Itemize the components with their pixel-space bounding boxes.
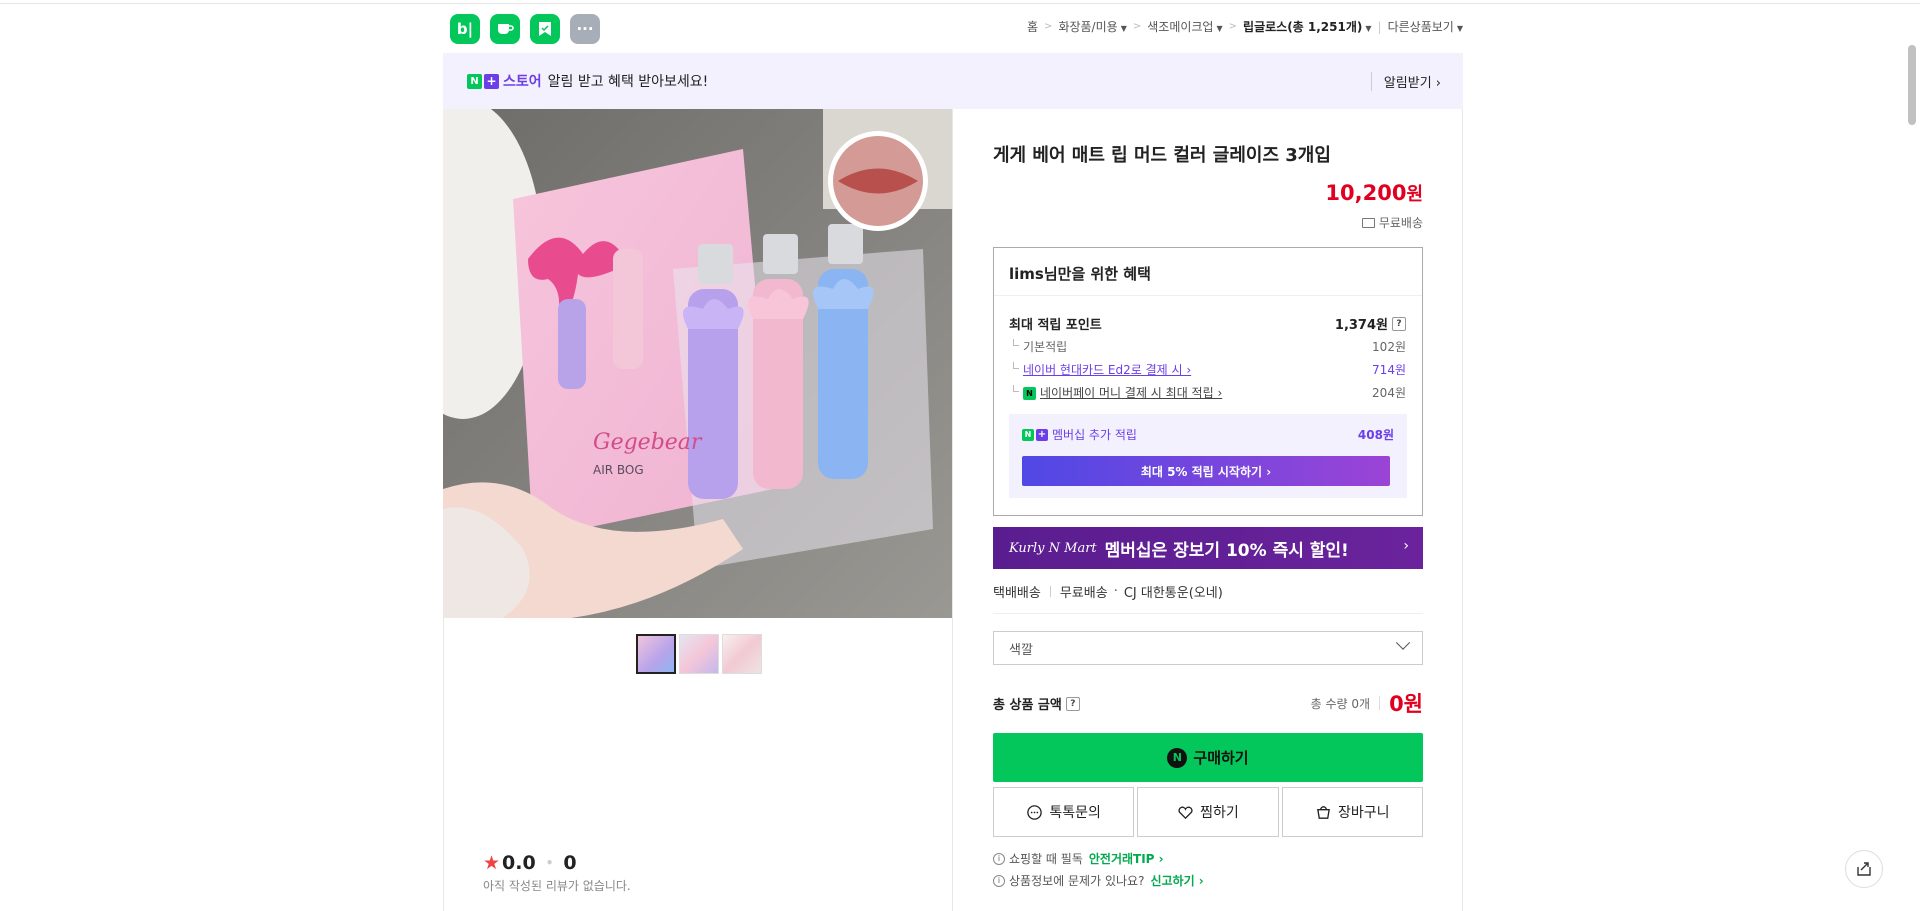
scrollbar[interactable] — [1908, 45, 1916, 125]
share-button[interactable] — [1845, 850, 1883, 888]
chevron-right-icon: › — [1403, 538, 1409, 554]
thumbnail-3[interactable] — [722, 634, 762, 674]
alert-subscribe-button[interactable]: 알림받기 › — [1370, 72, 1441, 91]
app-icons: b| ··· — [450, 14, 600, 44]
benefit-box: lims님만을 위한 혜택 최대 적립 포인트 1,374원? 기본적립 102… — [993, 247, 1423, 516]
total-quantity: 총 수량 0개 — [1310, 696, 1371, 711]
product-main-image[interactable]: Gegebear AIR BOG — [443, 109, 952, 618]
product-title: 게게 베어 매트 립 머드 컬러 글레이즈 3개입 — [993, 145, 1331, 166]
store-alert-message: 알림 받고 혜택 받아보세요! — [547, 74, 709, 90]
svg-text:Gegebear: Gegebear — [593, 430, 703, 455]
total-price: 0원 — [1389, 692, 1423, 716]
breadcrumb-home[interactable]: 홈 — [1027, 18, 1038, 35]
review-rating[interactable]: ★ 0.0 • 0 — [483, 852, 577, 874]
breadcrumb-category-beauty[interactable]: 화장품/미용 ▼ — [1058, 18, 1126, 35]
membership-start-button[interactable]: 최대 5% 적립 시작하기 › — [1022, 456, 1390, 486]
svg-text:AIR BOG: AIR BOG — [593, 463, 644, 477]
basic-point-row: 기본적립 102원 — [1009, 338, 1406, 355]
max-point-row: 최대 적립 포인트 1,374원? — [1009, 314, 1406, 333]
card-point-row[interactable]: 네이버 현대카드 Ed2로 결제 시 › 714원 — [1009, 361, 1406, 378]
cart-button[interactable]: 장바구니 — [1281, 787, 1423, 837]
more-icon[interactable]: ··· — [570, 14, 600, 44]
benefit-title: lims님만을 위한 혜택 — [1009, 265, 1151, 283]
chevron-down-icon: ▼ — [1365, 24, 1372, 33]
product-price: 10,200원 — [1325, 181, 1423, 205]
truck-icon — [1361, 217, 1375, 228]
star-icon: ★ — [483, 852, 501, 874]
column-divider — [952, 109, 953, 911]
report-link[interactable]: 신고하기 › — [1150, 872, 1203, 889]
total-summary: 총 수량 0개 0원 — [1311, 688, 1423, 718]
cart-icon — [1317, 805, 1330, 819]
no-review-text: 아직 작성된 리뷰가 없습니다. — [483, 879, 631, 893]
help-icon[interactable]: ? — [1065, 696, 1080, 711]
delivery-info: 택배배송 무료배송 · CJ 대한통운(오네) — [993, 584, 1223, 601]
membership-box: N + 멤버십 추가 적립 408원 최대 5% 적립 시작하기 › — [1009, 414, 1407, 498]
store-name: 스토어 — [503, 74, 542, 90]
product-page: b| ··· 홈 > 화장품/미용 ▼ > 색조메이크업 ▼ > 립글로스(총 1,… — [443, 0, 1463, 911]
npay-icon: N — [1023, 387, 1036, 400]
shipping-info: 무료배송 — [1361, 214, 1423, 231]
store-alert-banner: N + 스토어 알림 받고 혜택 받아보세요! 알림받기 › — [443, 53, 1463, 109]
action-buttons: 톡톡문의 찜하기 장바구니 — [993, 787, 1423, 837]
review-count: 0 — [563, 852, 577, 874]
wish-button[interactable]: 찜하기 — [1137, 787, 1279, 837]
breadcrumb: 홈 > 화장품/미용 ▼ > 색조메이크업 ▼ > 립글로스(총 1,251개) ▼ … — [1027, 18, 1463, 35]
kurly-mart-logo: Kurly N Mart — [1009, 540, 1097, 556]
blog-icon[interactable]: b| — [450, 14, 480, 44]
heart-icon — [1178, 806, 1193, 819]
thumbnail-list — [636, 634, 762, 674]
left-border — [443, 618, 444, 911]
chevron-down-icon — [1395, 635, 1411, 650]
chat-icon — [1027, 804, 1043, 820]
color-option-select[interactable]: 색깔 — [993, 631, 1423, 665]
buy-button[interactable]: N 구매하기 — [993, 733, 1423, 782]
total-price-label: 총 상품 금액 ? — [993, 694, 1080, 713]
thumbnail-2[interactable] — [679, 634, 719, 674]
npay-point-row[interactable]: N 네이버페이 머니 결제 시 최대 적립 › 204원 — [1009, 384, 1406, 401]
report-notice: i 상품정보에 문제가 있나요? 신고하기 › — [993, 872, 1204, 889]
review-score: 0.0 — [502, 852, 536, 874]
share-icon — [1857, 862, 1871, 876]
npay-icon: N — [1167, 747, 1188, 768]
chevron-down-icon: ▼ — [1456, 24, 1463, 33]
nplus-logo-icon: N + — [1022, 428, 1048, 441]
bookmark-icon[interactable] — [530, 14, 560, 44]
info-icon: i — [993, 852, 1005, 865]
help-icon[interactable]: ? — [1392, 316, 1406, 331]
nplus-logo-icon: N + — [467, 73, 499, 89]
info-icon: i — [993, 874, 1005, 887]
chevron-down-icon: ▼ — [1120, 24, 1127, 33]
right-border — [1462, 109, 1463, 911]
thumbnail-1[interactable] — [636, 634, 676, 674]
breadcrumb-category-makeup[interactable]: 색조메이크업 ▼ — [1147, 18, 1222, 35]
safe-trade-notice: i 쇼핑할 때 필독 안전거래TIP › — [993, 850, 1164, 867]
cafe-icon[interactable] — [490, 14, 520, 44]
talk-inquiry-button[interactable]: 톡톡문의 — [993, 787, 1135, 837]
safe-trade-tip-link[interactable]: 안전거래TIP › — [1089, 850, 1164, 867]
other-products-dropdown[interactable]: 다른상품보기 ▼ — [1388, 18, 1463, 35]
breadcrumb-category-lipgloss[interactable]: 립글로스(총 1,251개) ▼ — [1243, 18, 1372, 35]
kurly-mart-banner[interactable]: Kurly N Mart 멤버십은 장보기 10% 즉시 할인! › — [993, 527, 1423, 569]
chevron-down-icon: ▼ — [1216, 24, 1223, 33]
